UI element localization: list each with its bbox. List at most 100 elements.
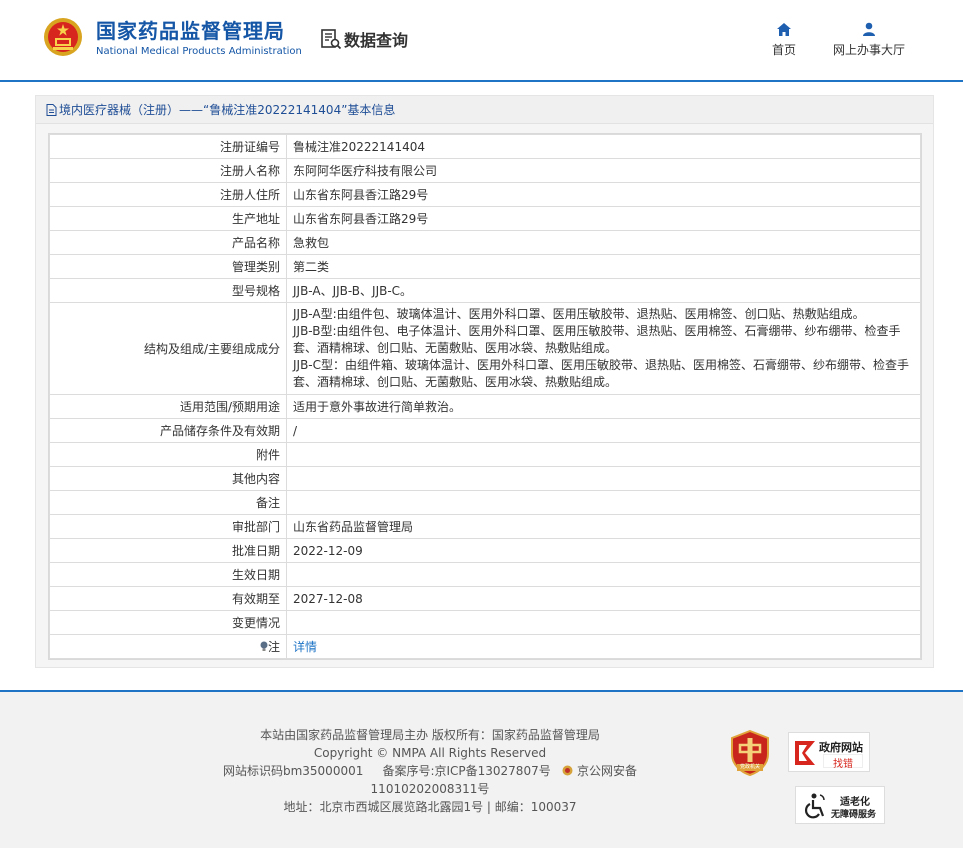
table-row: 注册人住所 山东省东阿县香江路29号: [49, 182, 921, 207]
row-value: 东阿阿华医疗科技有限公司: [286, 158, 921, 183]
row-label: 有效期至: [49, 586, 287, 611]
gov-site-title: 政府网站: [819, 741, 863, 754]
row-value: 2027-12-08: [286, 586, 921, 611]
composition-line-b: JJB-B型:由组件包、电子体温计、医用外科口罩、医用压敏胶带、退热贴、医用棉签…: [293, 324, 901, 355]
row-label: 结构及组成/主要组成成分: [49, 302, 287, 395]
police-badge-icon: [562, 765, 573, 776]
table-row: 结构及组成/主要组成成分 JJB-A型:由组件包、玻璃体温计、医用外科口罩、医用…: [49, 302, 921, 395]
site-logo[interactable]: 国家药品监督管理局 National Medical Products Admi…: [96, 19, 302, 59]
footer-site-id: 网站标识码bm35000001: [222, 764, 364, 778]
national-emblem-icon: [44, 18, 82, 56]
table-row: 注册人名称 东阿阿华医疗科技有限公司: [49, 158, 921, 183]
row-value: [286, 466, 921, 491]
site-name-cn: 国家药品监督管理局: [96, 19, 285, 43]
row-value: 详情: [286, 634, 921, 659]
table-row: 管理类别 第二类: [49, 254, 921, 279]
row-label: 生效日期: [49, 562, 287, 587]
details-link[interactable]: 详情: [293, 640, 317, 654]
composition-line-a: JJB-A型:由组件包、玻璃体温计、医用外科口罩、医用压敏胶带、退热贴、医用棉签…: [293, 307, 865, 321]
row-value: 第二类: [286, 254, 921, 279]
row-label: 批准日期: [49, 538, 287, 563]
row-value: [286, 610, 921, 635]
row-label: 审批部门: [49, 514, 287, 539]
note-label: 注: [267, 640, 280, 654]
breadcrumb: 境内医疗器械（注册）——“鲁械注准20222141404”基本信息: [36, 96, 933, 124]
data-query-label: 数据查询: [344, 31, 409, 50]
table-row: 备注: [49, 490, 921, 515]
accessibility-sub: 无障碍服务: [831, 810, 877, 820]
table-row: 型号规格 JJB-A、JJB-B、JJB-C。: [49, 278, 921, 303]
row-value: 急救包: [286, 230, 921, 255]
row-label: 变更情况: [49, 610, 287, 635]
row-value: 山东省药品监督管理局: [286, 514, 921, 539]
table-row: 审批部门 山东省药品监督管理局: [49, 514, 921, 539]
row-value: [286, 490, 921, 515]
home-icon: [777, 23, 791, 36]
data-query-link[interactable]: 数据查询: [320, 27, 408, 51]
table-row: 变更情况: [49, 610, 921, 635]
row-value-composition: JJB-A型:由组件包、玻璃体温计、医用外科口罩、医用压敏胶带、退热贴、医用棉签…: [286, 302, 921, 395]
gov-site-sub: 找错: [823, 754, 863, 770]
row-label: 产品名称: [49, 230, 287, 255]
row-label: 注册证编号: [49, 134, 287, 159]
footer-info: 本站由国家药品监督管理局主办 版权所有：国家药品监督管理局 Copyright …: [170, 726, 690, 816]
wheelchair-icon: [805, 793, 825, 819]
party-gov-badge-text: 党政机关: [739, 764, 760, 770]
footer-address: 地址：北京市西城区展览路北露园1号 | 邮编：100037: [283, 800, 577, 814]
row-label: 生产地址: [49, 206, 287, 231]
gov-site-flag-icon: [795, 741, 815, 765]
nav-online-service-label: 网上办事大厅: [833, 43, 906, 57]
info-table: 注册证编号 鲁械注准20222141404 注册人名称 东阿阿华医疗科技有限公司 注…: [48, 133, 922, 660]
accessibility-title: 适老化: [840, 797, 870, 808]
row-label: 注册人住所: [49, 182, 287, 207]
row-label: 型号规格: [49, 278, 287, 303]
row-value: 山东省东阿县香江路29号: [286, 182, 921, 207]
row-value: JJB-A、JJB-B、JJB-C。: [286, 278, 921, 303]
row-label: 附件: [49, 442, 287, 467]
row-value: 2022-12-09: [286, 538, 921, 563]
table-row: 注册证编号 鲁械注准20222141404: [49, 134, 921, 159]
row-value: 山东省东阿县香江路29号: [286, 206, 921, 231]
row-value: [286, 442, 921, 467]
row-value: 适用于意外事故进行简单救治。: [286, 394, 921, 419]
row-value: 鲁械注准20222141404: [286, 134, 921, 159]
row-value: /: [286, 418, 921, 443]
breadcrumb-text: 境内医疗器械（注册）——“鲁械注准20222141404”基本信息: [59, 103, 396, 117]
table-row: 产品名称 急救包: [49, 230, 921, 255]
site-footer: 本站由国家药品监督管理局主办 版权所有：国家药品监督管理局 Copyright …: [0, 690, 963, 848]
row-label: 适用范围/预期用途: [49, 394, 287, 419]
nav-home-label: 首页: [772, 43, 797, 57]
table-row: 批准日期 2022-12-09: [49, 538, 921, 563]
table-row: 生产地址 山东省东阿县香江路29号: [49, 206, 921, 231]
table-row: 生效日期: [49, 562, 921, 587]
party-gov-badge[interactable]: 党政机关: [730, 729, 770, 777]
gov-site-error-report[interactable]: 政府网站 找错: [788, 732, 870, 772]
row-value: [286, 562, 921, 587]
footer-icp[interactable]: 备案序号:京ICP备13027807号: [382, 764, 550, 778]
detail-panel: 境内医疗器械（注册）——“鲁械注准20222141404”基本信息 注册证编号鲁…: [35, 95, 934, 668]
row-label: 注册人名称: [49, 158, 287, 183]
table-row: 适用范围/预期用途 适用于意外事故进行简单救治。: [49, 394, 921, 419]
row-label: 其他内容: [49, 466, 287, 491]
document-search-icon: [321, 29, 342, 50]
table-row: 附件: [49, 442, 921, 467]
footer-owner: 本站由国家药品监督管理局主办 版权所有：国家药品监督管理局: [260, 728, 600, 742]
table-row: 其他内容: [49, 466, 921, 491]
row-label: 管理类别: [49, 254, 287, 279]
nav-online-service[interactable]: 网上办事大厅: [833, 22, 905, 58]
composition-line-c: JJB-C型：由组件箱、玻璃体温计、医用外科口罩、医用压敏胶带、退热贴、医用棉签…: [293, 358, 910, 389]
document-icon: [46, 103, 57, 116]
row-label: 产品储存条件及有效期: [49, 418, 287, 443]
row-label-note: 注: [49, 634, 287, 659]
table-row: 有效期至 2027-12-08: [49, 586, 921, 611]
footer-registration: 网站标识码bm35000001 备案序号:京ICP备13027807号 京公网安…: [170, 762, 690, 798]
accessibility-service[interactable]: 适老化 无障碍服务: [795, 786, 885, 824]
site-name-en: National Medical Products Administration: [96, 46, 302, 57]
row-label: 备注: [49, 490, 287, 515]
site-header: 国家药品监督管理局 National Medical Products Admi…: [0, 0, 963, 82]
lightbulb-icon: [260, 641, 268, 651]
user-icon: [863, 22, 875, 36]
footer-copyright: Copyright © NMPA All Rights Reserved: [313, 746, 547, 760]
nav-home[interactable]: 首页: [772, 22, 796, 58]
table-row: 注 详情: [49, 634, 921, 659]
